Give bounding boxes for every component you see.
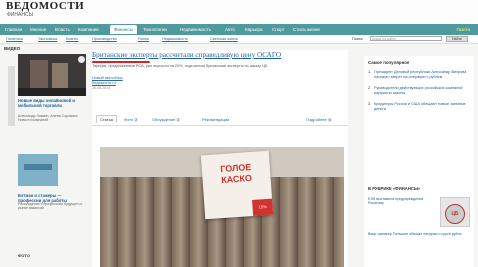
subnav-item-business[interactable]: Бизнес bbox=[66, 37, 78, 41]
nav-item-sport[interactable]: Спорт bbox=[272, 27, 285, 32]
subnav-item-politics[interactable]: Политика bbox=[6, 37, 23, 41]
nav-item-lifestyle[interactable]: Стиль жизни bbox=[293, 27, 320, 32]
rubric-title: В РУБРИКЕ «ФИНАНСЫ» bbox=[368, 186, 421, 191]
video-person-1 bbox=[30, 60, 48, 90]
popular-item-number: 2. bbox=[368, 86, 372, 91]
search-button[interactable]: Найти bbox=[446, 35, 468, 42]
article-tabs: Статья Фото 2 Обсуждение 3 Рекомендации По… bbox=[92, 115, 348, 126]
article-photo[interactable]: ГОЛОЕ КАСКО 15% bbox=[100, 147, 344, 267]
nav-item-companies[interactable]: Компании bbox=[78, 27, 99, 32]
video-person-2 bbox=[52, 63, 68, 90]
subnav-item-production[interactable]: Производство bbox=[92, 37, 117, 41]
left-side-tab[interactable] bbox=[8, 66, 15, 126]
site-section-label: ФИНАНСЫ bbox=[7, 12, 33, 18]
tab-more[interactable]: Подробнее 6 bbox=[306, 117, 332, 122]
subnav-item-realty[interactable]: Недвижимость bbox=[162, 37, 188, 41]
site-header: ВЕДОМОСТИ ФИНАНСЫ bbox=[0, 0, 478, 24]
play-icon[interactable] bbox=[78, 56, 85, 63]
left-news-desc-2: Рассуждения о профессиях будущего и рынк… bbox=[18, 202, 83, 211]
video-thumbnail[interactable] bbox=[18, 54, 86, 96]
left-news-image-2[interactable] bbox=[18, 154, 58, 186]
popular-item-number: 3. bbox=[368, 102, 372, 107]
tab-recommend[interactable]: Рекомендации bbox=[202, 117, 229, 122]
main-nav: Главная Мнения Власть Компании Финансы Т… bbox=[0, 24, 478, 35]
headline-annotation-underline bbox=[92, 61, 150, 63]
cb-badge-icon: ЦБ bbox=[445, 204, 465, 224]
article-headline[interactable]: Британские эксперты рассчитали справедли… bbox=[92, 51, 281, 59]
left-sidebar: ВИДЕО Новые виды онлайновой и мобильной … bbox=[4, 46, 86, 267]
subnav-item-social[interactable]: Светская жизнь bbox=[210, 37, 238, 41]
tab-more-label: Подробнее bbox=[306, 117, 327, 122]
tab-photo-count: 2 bbox=[134, 118, 139, 122]
right-sidebar: Самое популярное 1. Президент Деловой рес… bbox=[364, 56, 474, 267]
tab-discussion-count: 3 bbox=[176, 118, 181, 122]
tab-recommend-label: Рекомендации bbox=[202, 117, 230, 122]
nav-item-career[interactable]: Карьера bbox=[245, 27, 262, 32]
nav-item-realty[interactable]: Недвижимость bbox=[180, 27, 211, 32]
nav-item-tech[interactable]: Технологии bbox=[143, 27, 167, 32]
video-caption-strip bbox=[18, 88, 86, 96]
popular-item-1-text: Президент Деловой республики Александр В… bbox=[374, 70, 467, 79]
left-news-desc-1: Александр Ложкин, Алена Сорокина. Новост… bbox=[18, 114, 79, 123]
nav-item-opinions[interactable]: Мнения bbox=[30, 27, 46, 32]
nav-item-finance[interactable]: Финансы bbox=[110, 25, 137, 34]
nav-item-home[interactable]: Главная bbox=[5, 27, 22, 32]
popular-item-2-text: Руководители действующих российских комп… bbox=[374, 86, 463, 95]
subnav-item-markets[interactable]: Рынки bbox=[138, 37, 149, 41]
photo-sign-price: 15% bbox=[252, 198, 274, 216]
nav-item-auto[interactable]: Авто bbox=[225, 27, 235, 32]
article-main: Британские эксперты рассчитали справедли… bbox=[92, 50, 348, 267]
rubric-news-2[interactable]: Вице-премьер Пельшин обещал нагрузки о к… bbox=[368, 232, 472, 236]
photo-sign-line-2: КАСКО bbox=[220, 172, 253, 186]
left-news-image-detail bbox=[24, 164, 52, 170]
popular-item-number: 1. bbox=[368, 70, 372, 74]
search-input[interactable]: поиск по сайту bbox=[370, 36, 442, 41]
search-label: Поиск bbox=[352, 37, 363, 41]
popular-list: 1. Президент Деловой республики Александр… bbox=[368, 70, 472, 119]
article-lead: Тарифы, предложенные РСА, уже выросли на… bbox=[92, 64, 268, 68]
tab-discussion-label: Обсуждение bbox=[152, 117, 176, 122]
article-source-link[interactable]: Новый автообзор bbox=[92, 76, 123, 80]
rubric-news-1[interactable]: ЕЭК выставила предупреждения Росатому bbox=[368, 197, 438, 206]
popular-title: Самое популярное bbox=[368, 60, 410, 65]
article-source-name[interactable]: Ведомости.ru bbox=[92, 81, 116, 85]
photo-sign-text: ГОЛОЕ КАСКО bbox=[202, 161, 271, 188]
popular-item-3-text: Кредиторы России и США обещают новые зае… bbox=[374, 102, 466, 111]
subnav-item-economy[interactable]: Экономика bbox=[38, 37, 57, 41]
tab-more-count: 6 bbox=[327, 118, 332, 122]
tab-photo-label: Фото bbox=[124, 117, 134, 122]
sub-nav: Политика Экономика Бизнес Производство Р… bbox=[0, 35, 478, 44]
rubric-news-image[interactable]: ЦБ bbox=[440, 197, 470, 227]
left-news-title-1[interactable]: Новые виды онлайновой и мобильной торгов… bbox=[18, 98, 86, 108]
nav-item-power[interactable]: Власть bbox=[55, 27, 70, 32]
tab-photo[interactable]: Фото 2 bbox=[124, 117, 139, 122]
nav-newspaper-link[interactable]: Газета bbox=[456, 27, 470, 32]
popular-item-2[interactable]: 2. Руководители действующих российских ко… bbox=[368, 86, 472, 95]
left-section-title: ВИДЕО bbox=[4, 46, 21, 51]
left-footer-title: ФОТО bbox=[18, 253, 30, 258]
photo-price-sign: ГОЛОЕ КАСКО 15% bbox=[200, 150, 274, 220]
popular-item-3[interactable]: 3. Кредиторы России и США обещают новые з… bbox=[368, 102, 472, 111]
popular-item-1[interactable]: 1. Президент Деловой республики Александр… bbox=[368, 70, 472, 79]
site-logo[interactable]: ВЕДОМОСТИ bbox=[6, 0, 84, 12]
tab-article[interactable]: Статья bbox=[96, 115, 117, 123]
article-date: 26.05.2014 bbox=[92, 86, 110, 90]
tab-discussion[interactable]: Обсуждение 3 bbox=[152, 117, 181, 122]
tab-article-label: Статья bbox=[100, 117, 113, 122]
